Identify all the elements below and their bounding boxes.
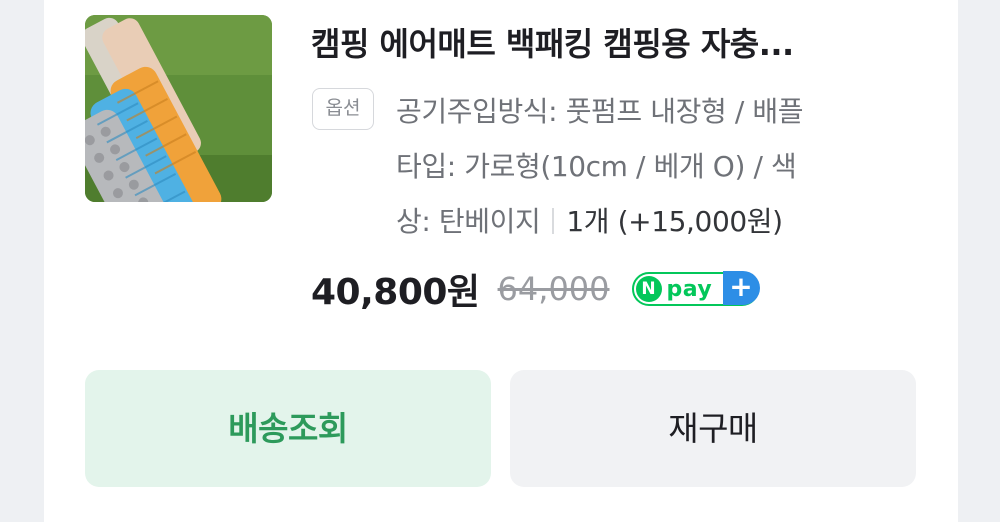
quantity-text: 1개 (+15,000원) — [566, 205, 783, 238]
npay-n-icon: N — [635, 276, 662, 302]
sale-price: 40,800원 — [311, 272, 480, 313]
option-details: 공기주입방식: 풋펌프 내장형 / 배플 타입: 가로형(10cm / 베개 O… — [396, 84, 936, 249]
option-line: 타입: 가로형(10cm / 베개 O) / 색 — [396, 150, 797, 183]
product-thumbnail[interactable] — [85, 15, 272, 202]
npay-plus-badge: N pay + — [631, 271, 760, 306]
order-item-card: 캠핑 에어매트 백패킹 캠핑용 자충... 옵션 공기주입방식: 풋펌프 내장형… — [44, 0, 958, 522]
air-mat-image — [85, 15, 272, 202]
plus-icon: + — [722, 271, 760, 305]
option-badge: 옵션 — [312, 88, 374, 130]
option-line: 공기주입방식: 풋펌프 내장형 / 배플 — [396, 95, 804, 128]
option-line: 상: 탄베이지 — [396, 205, 541, 238]
npay-label: pay — [666, 276, 713, 302]
original-price: 64,000 — [497, 270, 610, 308]
divider — [552, 208, 555, 234]
track-shipping-button[interactable]: 배송조회 — [85, 370, 491, 487]
price-row: 40,800원 64,000 N pay + — [311, 262, 760, 316]
rebuy-button[interactable]: 재구매 — [510, 370, 916, 487]
option-line-with-quantity: 상: 탄베이지 1개 (+15,000원) — [396, 194, 936, 249]
product-title[interactable]: 캠핑 에어매트 백패킹 캠핑용 자충... — [311, 18, 911, 70]
